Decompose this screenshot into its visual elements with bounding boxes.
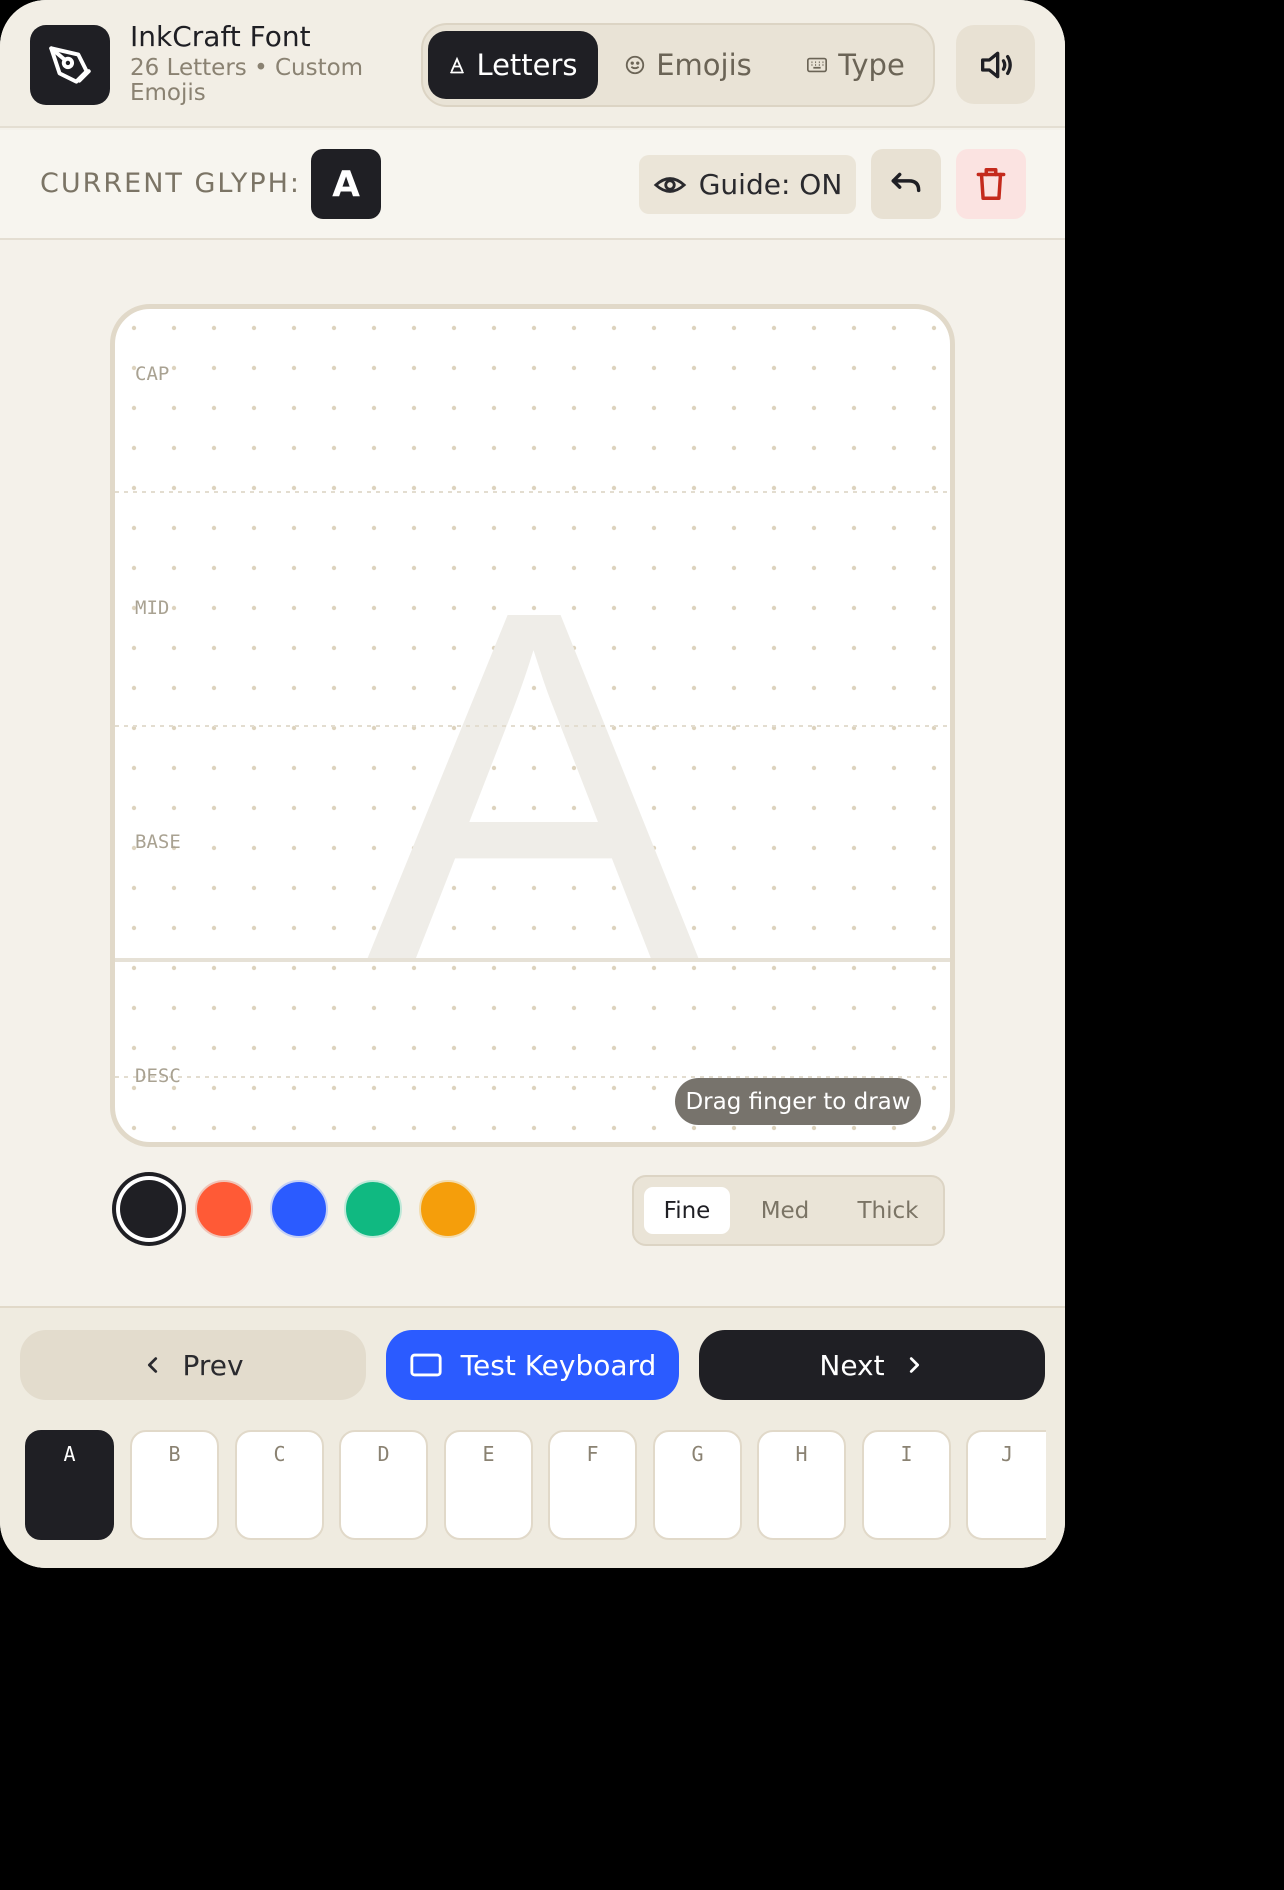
app-frame: InkCraft Font 26 Letters • Custom Emojis… [0, 0, 1065, 1568]
tab-letters-label: Letters [476, 48, 578, 82]
color-swatch-orange[interactable] [419, 1180, 477, 1238]
trash-icon [976, 168, 1006, 200]
draw-hint: Drag finger to draw [675, 1078, 921, 1125]
prev-button[interactable]: Prev [20, 1330, 366, 1400]
guide-toggle-button[interactable]: Guide: ON [639, 155, 856, 214]
test-keyboard-button[interactable]: Test Keyboard [386, 1330, 679, 1400]
guide-toggle-label: Guide: ON [698, 168, 843, 201]
letter-key-f[interactable]: F [548, 1430, 637, 1540]
undo-icon [891, 172, 921, 193]
app-subtitle: 26 Letters • Custom Emojis [130, 55, 364, 106]
guide-letter: A [366, 506, 702, 1065]
next-button[interactable]: Next [699, 1330, 1045, 1400]
letter-key-g[interactable]: G [653, 1430, 742, 1540]
tab-emojis-label: Emojis [656, 48, 752, 82]
bottom-panel: Prev Test Keyboard Next A B C D E F G H … [0, 1306, 1065, 1568]
speaker-icon [980, 51, 1012, 78]
stroke-size-selector: Fine Med Thick [632, 1175, 945, 1246]
chevron-left-icon [148, 1357, 158, 1373]
tab-type[interactable]: Type [783, 31, 928, 99]
canvas-guides: A [115, 309, 950, 1142]
tab-emojis[interactable]: Emojis [608, 31, 768, 99]
mode-tabs: Letters Emojis Type [421, 23, 935, 107]
keyboard-icon [807, 57, 828, 73]
chevron-right-icon [909, 1357, 919, 1373]
undo-button[interactable] [871, 149, 941, 219]
size-thick-button[interactable]: Thick [842, 1187, 934, 1234]
letter-key-c[interactable]: C [235, 1430, 324, 1540]
tab-type-label: Type [838, 48, 905, 82]
size-med-button[interactable]: Med [742, 1187, 828, 1234]
color-swatch-black[interactable] [120, 1180, 178, 1238]
glyph-toolbar: CURRENT GLYPH: A Guide: ON [0, 130, 1065, 240]
prev-label: Prev [182, 1348, 244, 1382]
letter-a-icon [450, 56, 465, 74]
pen-nib-icon [30, 25, 110, 105]
sound-toggle-button[interactable] [956, 25, 1035, 104]
letter-key-b[interactable]: B [130, 1430, 219, 1540]
eye-icon [653, 176, 687, 193]
test-keyboard-label: Test Keyboard [460, 1348, 657, 1382]
tab-letters[interactable]: Letters [428, 31, 598, 99]
letter-key-h[interactable]: H [757, 1430, 846, 1540]
guide-label-base: BASE [135, 831, 181, 853]
next-label: Next [819, 1348, 885, 1382]
smile-icon [626, 55, 645, 75]
letter-key-j[interactable]: J [966, 1430, 1046, 1540]
size-fine-button[interactable]: Fine [644, 1187, 730, 1234]
letter-key-e[interactable]: E [444, 1430, 533, 1540]
guide-label-cap: CAP [135, 363, 170, 385]
current-glyph-label: CURRENT GLYPH: [40, 168, 302, 199]
current-glyph-badge: A [311, 149, 381, 219]
color-swatch-blue[interactable] [270, 1180, 328, 1238]
clear-button[interactable] [956, 149, 1026, 219]
guide-label-mid: MID [135, 597, 170, 619]
app-title: InkCraft Font [130, 20, 311, 53]
letter-key-d[interactable]: D [339, 1430, 428, 1540]
color-swatch-green[interactable] [344, 1180, 402, 1238]
letter-key-a[interactable]: A [25, 1430, 114, 1540]
letter-key-i[interactable]: I [862, 1430, 951, 1540]
keyboard-outline-icon [410, 1353, 442, 1377]
color-swatch-red[interactable] [195, 1180, 253, 1238]
app-header: InkCraft Font 26 Letters • Custom Emojis… [0, 0, 1065, 128]
drawing-canvas[interactable]: A CAP MID BASE DESC Drag finger to draw [110, 304, 955, 1147]
guide-label-desc: DESC [135, 1065, 181, 1087]
